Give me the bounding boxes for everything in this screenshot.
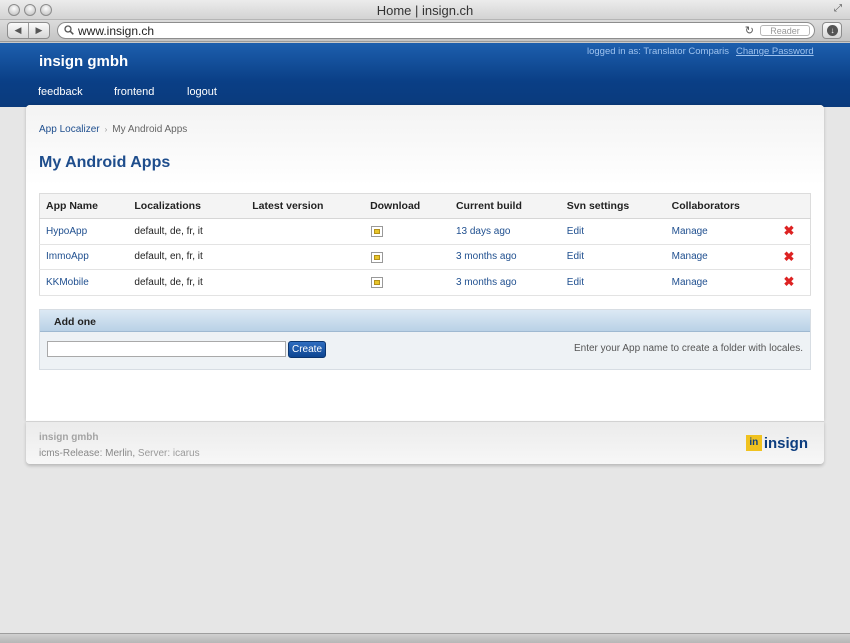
footer-release-info: icms-Release: Merlin, Server: icarus [39, 448, 200, 459]
browser-toolbar: ◀ ▶ www.insign.ch ↻ Reader ↓ [0, 20, 850, 42]
logo-text: insign [763, 434, 808, 452]
latest-version-cell [246, 269, 365, 296]
delete-icon[interactable]: ✖ [784, 249, 795, 264]
col-download: Download [364, 193, 450, 219]
app-name-link[interactable]: KKMobile [39, 269, 129, 296]
login-info: logged in as: Translator Comparis [587, 46, 730, 57]
download-icon[interactable] [371, 251, 384, 263]
address-bar[interactable]: www.insign.ch ↻ Reader [57, 22, 815, 39]
apps-table: App Name Localizations Latest version Do… [39, 193, 811, 296]
collaborators-manage-link[interactable]: Manage [665, 269, 778, 296]
browser-statusbar [0, 633, 850, 643]
download-icon[interactable] [371, 226, 384, 238]
svn-edit-link[interactable]: Edit [560, 244, 666, 270]
table-row: KKMobile default, de, fr, it 3 months ag… [39, 269, 811, 296]
search-icon [64, 25, 74, 35]
downloads-button[interactable]: ↓ [822, 22, 842, 39]
footer-company: insign gmbh [39, 432, 99, 443]
col-current-build: Current build [449, 193, 561, 219]
delete-icon[interactable]: ✖ [784, 274, 795, 289]
svn-edit-link[interactable]: Edit [560, 269, 666, 296]
add-one-hint: Enter your App name to create a folder w… [573, 343, 803, 354]
window-titlebar: Home | insign.ch ⤢ [0, 0, 850, 20]
collaborators-manage-link[interactable]: Manage [665, 244, 778, 270]
logo-mark: in [745, 435, 762, 451]
insign-logo[interactable]: in insign [745, 434, 808, 452]
col-latest-version: Latest version [246, 193, 365, 219]
table-row: ImmoApp default, en, fr, it 3 months ago… [39, 244, 811, 270]
reader-button[interactable]: Reader [760, 25, 810, 36]
breadcrumb-root[interactable]: App Localizer [39, 124, 100, 135]
release-label: icms-Release: Merlin, [39, 448, 136, 459]
current-build-link[interactable]: 3 months ago [449, 269, 561, 296]
nav-logout[interactable]: logout [187, 86, 217, 98]
fullscreen-icon[interactable]: ⤢ [832, 3, 844, 15]
create-button[interactable]: Create [288, 341, 326, 358]
app-name-link[interactable]: ImmoApp [39, 244, 129, 270]
download-icon[interactable] [371, 277, 384, 289]
app-name-link[interactable]: HypoApp [39, 218, 129, 245]
col-svn-settings: Svn settings [560, 193, 666, 219]
col-localizations: Localizations [128, 193, 247, 219]
window-title: Home | insign.ch [376, 3, 474, 18]
history-buttons: ◀ ▶ [7, 22, 50, 39]
current-build-link[interactable]: 13 days ago [449, 218, 561, 245]
change-password-link[interactable]: Change Password [736, 46, 814, 57]
reload-icon[interactable]: ↻ [745, 24, 754, 37]
server-label: Server: icarus [137, 448, 200, 459]
main-content: App Localizer › My Android Apps My Android… [26, 105, 824, 421]
localizations-cell: default, de, fr, it [128, 269, 247, 296]
nav-feedback[interactable]: feedback [38, 86, 83, 98]
web-page: insign gmbh logged in as: Translator Com… [0, 43, 850, 633]
table-header-row: App Name Localizations Latest version Do… [39, 193, 811, 219]
col-collaborators: Collaborators [665, 193, 778, 219]
breadcrumb-current: My Android Apps [112, 124, 188, 135]
app-name-input[interactable] [47, 341, 286, 357]
collaborators-manage-link[interactable]: Manage [665, 218, 778, 245]
forward-icon[interactable]: ▶ [29, 23, 49, 38]
back-icon[interactable]: ◀ [8, 23, 29, 38]
latest-version-cell [246, 244, 365, 270]
site-brand[interactable]: insign gmbh [39, 53, 128, 70]
svn-edit-link[interactable]: Edit [560, 218, 666, 245]
page-title: My Android Apps [39, 154, 171, 171]
downloads-icon: ↓ [827, 25, 838, 36]
site-footer: insign gmbh icms-Release: Merlin, Server… [26, 421, 824, 464]
localizations-cell: default, de, fr, it [128, 218, 247, 245]
breadcrumb: App Localizer › My Android Apps [39, 124, 187, 135]
breadcrumb-separator-icon: › [104, 125, 108, 134]
add-one-panel: Add one Create Enter your App name to cr… [39, 309, 811, 370]
site-header: insign gmbh logged in as: Translator Com… [0, 43, 850, 107]
add-one-title: Add one [54, 316, 96, 328]
col-app-name: App Name [39, 193, 129, 219]
latest-version-cell [246, 218, 365, 245]
nav-frontend[interactable]: frontend [114, 86, 154, 98]
current-build-link[interactable]: 3 months ago [449, 244, 561, 270]
localizations-cell: default, en, fr, it [128, 244, 247, 270]
url-text[interactable]: www.insign.ch [78, 24, 154, 38]
table-row: HypoApp default, de, fr, it 13 days ago … [39, 218, 811, 245]
delete-icon[interactable]: ✖ [784, 223, 795, 238]
